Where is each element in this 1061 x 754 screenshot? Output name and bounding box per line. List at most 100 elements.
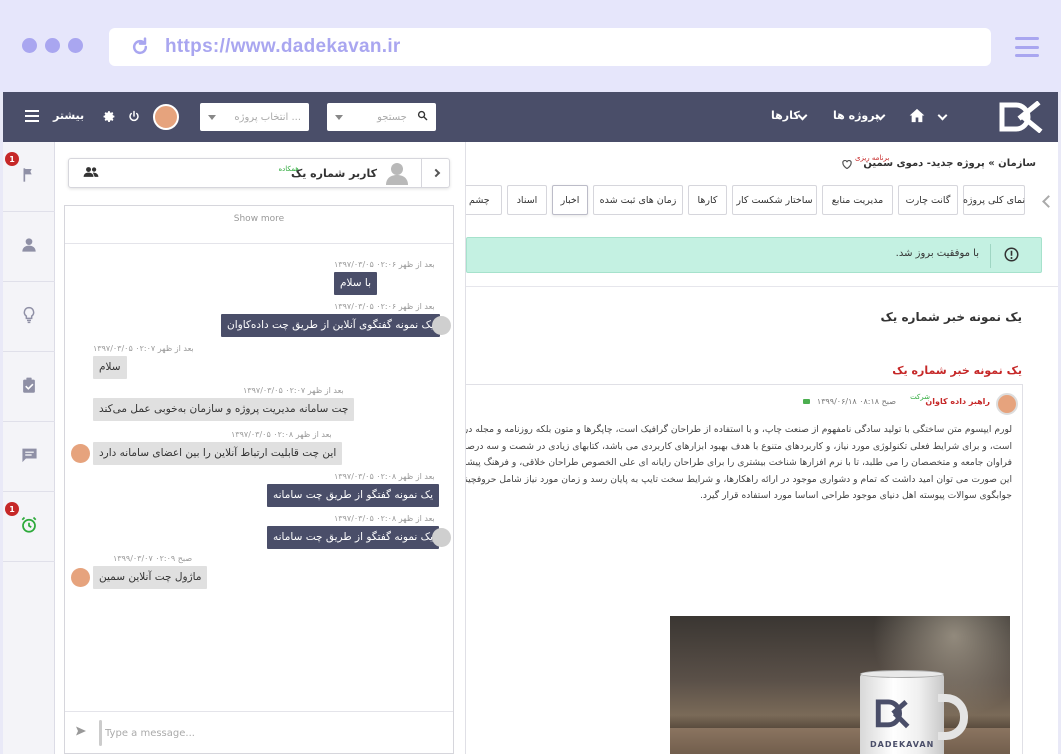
author-name[interactable]: راهبر داده کاوان: [925, 397, 990, 406]
project-tabs: نمای کلی پروژه گانت چارت مدیریت منابع سا…: [466, 185, 1038, 217]
message-time: ۱۳۹۷/۰۳/۰۵ ۰۲:۰۸ بعد از ظهر: [334, 472, 435, 481]
post-body-line: است، و برای شرایط فعلی تکنولوژی مورد نیا…: [465, 440, 1012, 452]
chat-composer: [65, 711, 453, 753]
heart-icon[interactable]: [842, 159, 852, 172]
sidebar-item-reminders[interactable]: 1: [3, 492, 55, 562]
notification-badge: 1: [5, 502, 19, 516]
chevron-left-icon[interactable]: [1042, 195, 1055, 208]
address-bar[interactable]: https://www.dadekavan.ir: [109, 28, 991, 66]
message-bubble: یک نمونه گفتگو از طریق چت سامانه: [267, 484, 440, 507]
message-bubble: یک نمونه گفتگوی آنلاین از طریق چت داده‌ک…: [221, 314, 440, 337]
message-bubble: چت سامانه مدیریت پروژه و سازمان به‌خوبی …: [93, 398, 355, 421]
chevron-down-icon[interactable]: [937, 109, 948, 122]
news-page-title: یک نمونه خبر شماره یک: [880, 310, 1022, 324]
search-icon[interactable]: [417, 110, 428, 124]
window-dot-minimize[interactable]: [45, 38, 60, 53]
menu-tasks-label: کارها: [771, 109, 800, 122]
chat-back-button[interactable]: [421, 159, 449, 187]
chat-icon: [21, 447, 38, 466]
sidebar-item-tasks[interactable]: [3, 352, 55, 422]
post-date: ۱۳۹۹/۰۶/۱۸ ۰۸:۱۸ صبح: [816, 397, 896, 406]
tab-overview[interactable]: نمای کلی پروژه: [963, 185, 1025, 215]
post-body-line: این صورت می توان امید داشت که تمام و دشو…: [465, 473, 1012, 485]
chevron-right-icon: [431, 168, 440, 178]
project-select-placeholder: انتخاب پروژه ...: [234, 111, 301, 123]
message-time: ۱۳۹۷/۰۳/۰۵ ۰۲:۰۸ بعد از ظهر: [334, 514, 435, 523]
status-dot: [803, 399, 810, 404]
power-icon[interactable]: [128, 110, 140, 126]
message-time: ۱۳۹۹/۰۳/۰۷ ۰۲:۰۹ صبح: [113, 554, 193, 563]
news-post: راهبر داده کاوان شرکت ۱۳۹۹/۰۶/۱۸ ۰۸:۱۸ ص…: [466, 384, 1023, 754]
search-box[interactable]: جستجو: [327, 103, 436, 131]
browser-menu-icon[interactable]: [1015, 35, 1039, 59]
tab-timesheets[interactable]: زمان های ثبت شده: [593, 185, 683, 215]
post-body-line: فراوان جامعه و متخصصان را می طلبد، تا با…: [465, 457, 1012, 468]
post-body-line: جوابگوی سوالات پیوسته اهل دنیای موجود طر…: [699, 490, 1012, 501]
flag-icon: [21, 167, 37, 186]
message-time: ۱۳۹۷/۰۳/۰۵ ۰۲:۰۷ بعد از ظهر: [243, 386, 344, 395]
tab-documents[interactable]: اسناد: [507, 185, 547, 215]
news-item-title[interactable]: یک نمونه خبر شماره یک: [892, 364, 1022, 377]
tab-resources[interactable]: مدیریت منابع: [822, 185, 893, 215]
message-avatar: [71, 568, 90, 587]
user-avatar[interactable]: [153, 104, 179, 130]
sidebar-item-profile[interactable]: [3, 212, 55, 282]
show-more-link[interactable]: Show more: [65, 206, 453, 244]
menu-projects[interactable]: پروژه ها: [833, 109, 879, 122]
author-avatar: [996, 393, 1018, 415]
message-avatar: [71, 444, 90, 463]
top-navbar: بیشتر انتخاب پروژه ... جستجو کارها پروژه…: [3, 92, 1058, 142]
home-icon[interactable]: [909, 108, 925, 126]
composer-scrollbar[interactable]: [99, 720, 102, 746]
menu-tasks[interactable]: کارها: [771, 109, 800, 122]
tab-tasks[interactable]: کارها: [688, 185, 727, 215]
window-dot-close[interactable]: [22, 38, 37, 53]
chevron-down-icon[interactable]: [797, 109, 808, 122]
mug-brand-text: DADEKAVAN: [870, 740, 935, 749]
main-content: سازمان » پروژه جدید- دموی سمین برنامه ری…: [465, 142, 1058, 754]
message-time: ۱۳۹۷/۰۳/۰۵ ۰۲:۰۶ بعد از ظهر: [334, 302, 435, 311]
chat-messages[interactable]: Show more ۱۳۹۷/۰۳/۰۵ ۰۲:۰۶ بعد از ظهر با…: [64, 205, 454, 754]
message-input[interactable]: [105, 722, 445, 744]
sidebar-item-flags[interactable]: 1: [3, 142, 55, 212]
tab-gantt[interactable]: گانت چارت: [898, 185, 958, 215]
message-bubble: با سلام: [334, 272, 378, 295]
search-placeholder: جستجو: [377, 111, 407, 123]
chevron-down-icon[interactable]: [875, 109, 886, 122]
more-menu[interactable]: بیشتر: [53, 109, 84, 122]
chat-user-name: کاربر شماره یک: [290, 167, 377, 180]
message-time: ۱۳۹۷/۰۳/۰۵ ۰۲:۰۷ بعد از ظهر: [93, 344, 194, 353]
reload-icon[interactable]: [129, 36, 151, 58]
message-bubble: ماژول چت آنلاین سمین: [93, 566, 208, 589]
settings-gear-icon[interactable]: [103, 110, 116, 126]
alarm-clock-icon: [20, 516, 38, 537]
group-users-icon[interactable]: [83, 165, 99, 182]
user-silhouette-icon: [385, 161, 409, 185]
lightbulb-icon: [21, 306, 37, 327]
sidebar-item-ideas[interactable]: [3, 282, 55, 352]
app-window: بیشتر انتخاب پروژه ... جستجو کارها پروژه…: [3, 92, 1058, 754]
author-role: شرکت: [910, 393, 930, 401]
message-bubble: این چت قابلیت ارتباط آنلاین را بین اعضای…: [93, 442, 343, 465]
message-avatar: [432, 316, 451, 335]
dadekavan-logo-icon[interactable]: [999, 100, 1043, 134]
url-text: https://www.dadekavan.ir: [165, 36, 401, 57]
chat-header: همکاده کاربر شماره یک: [68, 158, 450, 188]
user-icon: [21, 237, 37, 256]
left-sidebar: 1 1: [3, 142, 55, 754]
tab-news[interactable]: اخبار: [552, 185, 588, 215]
tab-wbs[interactable]: ساختار شکست کار: [732, 185, 817, 215]
project-select[interactable]: انتخاب پروژه ...: [200, 103, 309, 131]
tab-vision[interactable]: چشم: [466, 185, 502, 215]
menu-projects-label: پروژه ها: [833, 109, 880, 122]
dropdown-caret-icon: [208, 114, 216, 120]
hamburger-menu-icon[interactable]: [25, 110, 39, 125]
sidebar-item-messages[interactable]: [3, 422, 55, 492]
send-icon[interactable]: [75, 725, 87, 740]
info-circle-icon: [1004, 247, 1019, 265]
message-avatar: [432, 528, 451, 547]
message-time: ۱۳۹۷/۰۳/۰۵ ۰۲:۰۶ بعد از ظهر: [334, 260, 435, 269]
dropdown-caret-icon: [335, 114, 343, 120]
window-dot-maximize[interactable]: [68, 38, 83, 53]
message-time: ۱۳۹۷/۰۳/۰۵ ۰۲:۰۸ بعد از ظهر: [231, 430, 332, 439]
